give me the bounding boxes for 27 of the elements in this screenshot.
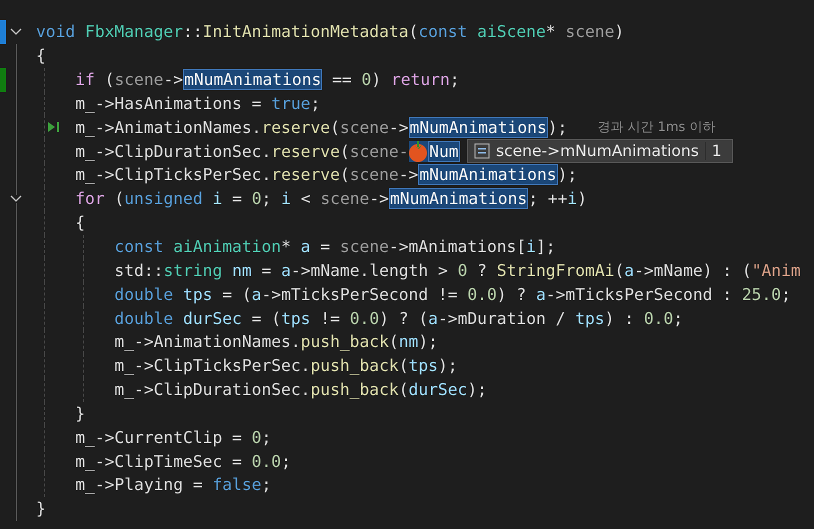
code-line: m_->ClipTicksPerSec.reserve(scene->mNumAnimations); (36, 163, 578, 187)
code-line: void FbxManager::InitAnimationMetadata(const aiScene* scene) (36, 21, 624, 44)
code-line: { (36, 45, 46, 68)
code-line: double durSec = (tps != 0.0) ? (a->mDuration / tps) : 0.0; (36, 306, 684, 330)
code-line: m_->AnimationNames.push_back(nm); (36, 330, 438, 354)
chevron-down-icon[interactable] (10, 28, 22, 36)
code-line: for (unsigned i = 0; i < scene->mNumAnimations; ++i) (36, 186, 588, 211)
code-line: } (36, 498, 46, 520)
code-line: std::string nm = a->mName.length > 0 ? StringFromAi(a->mName) : ("Anim (36, 258, 801, 282)
code-line: } (36, 402, 86, 426)
elapsed-time-hint: 경과 시간 1ms 이하 (597, 119, 716, 136)
code-line: double tps = (a->mTicksPerSecond != 0.0) ? a->mTicksPerSecond : 25.0; (36, 282, 791, 306)
code-line: m_->ClipTimeSec = 0.0; (36, 449, 291, 474)
tip-expression: scene->mNumAnimations (496, 142, 699, 160)
code-line: m_->Playing = false; (36, 473, 272, 497)
code-line: m_->AnimationNames.reserve(scene->mNumAnimations); 경과 시간 1ms 이하 (36, 115, 716, 140)
run-to-cursor-icon[interactable] (47, 121, 60, 134)
field-icon (474, 143, 490, 160)
code-line: m_->HasAnimations = true; (36, 92, 320, 116)
code-line: if (scene->mNumAnimations == 0) return; (36, 68, 460, 92)
code-line: const aiAnimation* a = scene->mAnimations[i]; (36, 234, 556, 258)
code-line: m_->CurrentClip = 0; (36, 425, 272, 450)
code-line: { (36, 210, 86, 235)
code-line: m_->ClipDurationSec.push_back(durSec); (36, 378, 487, 402)
code-line: m_->ClipTicksPerSec.push_back(tps); (36, 354, 458, 378)
tomato-icon[interactable] (407, 139, 429, 164)
tip-value: 1 (704, 142, 722, 160)
